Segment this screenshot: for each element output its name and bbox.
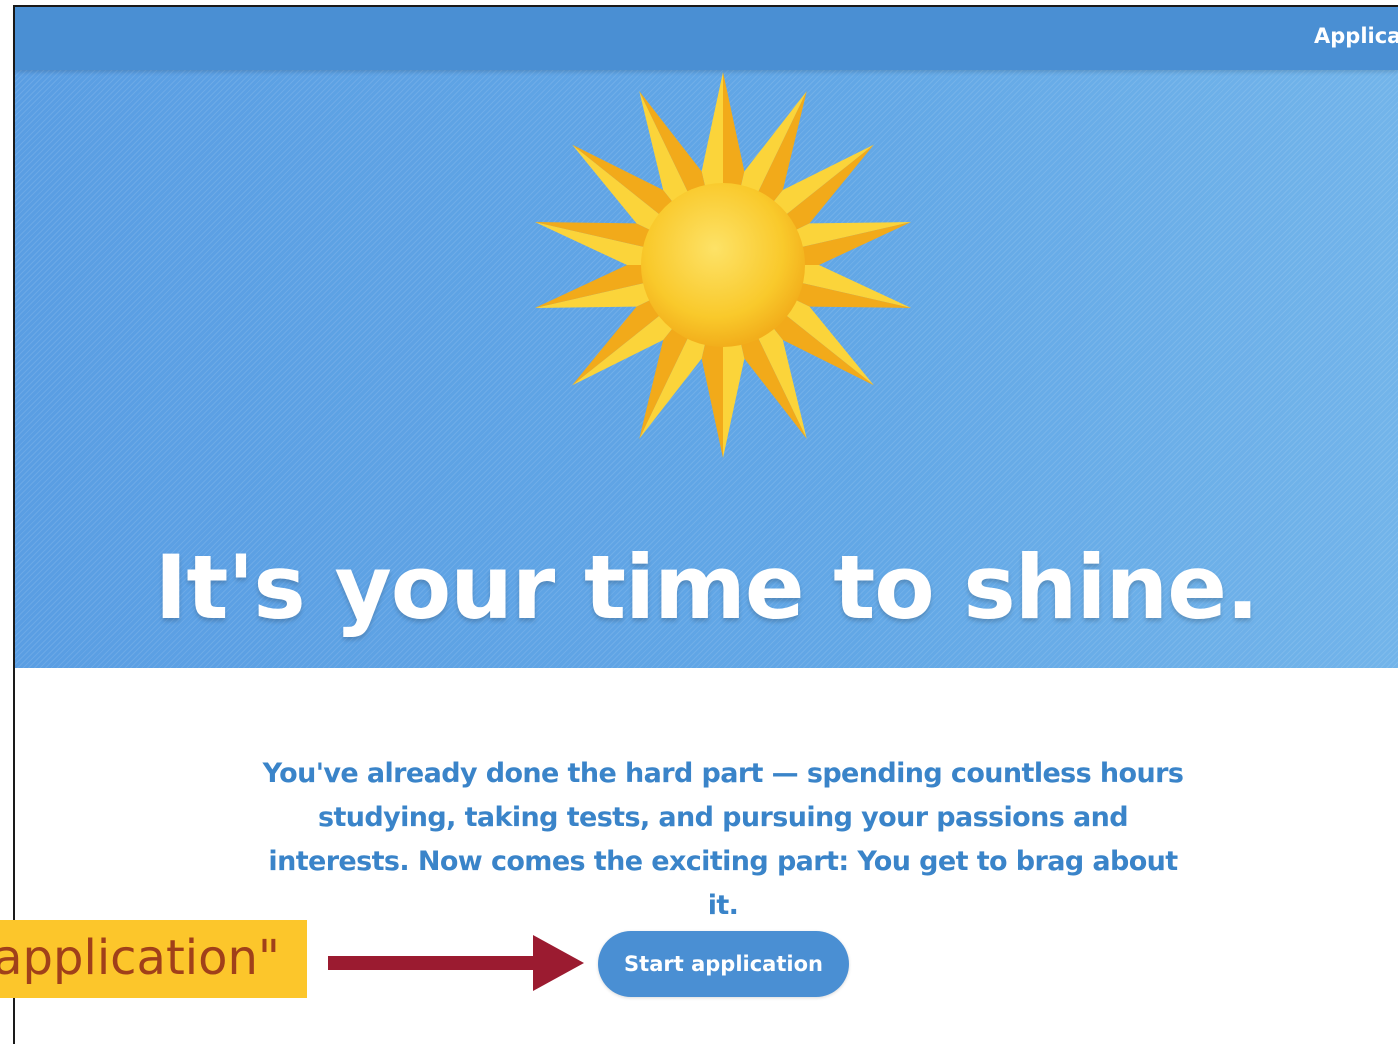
intro-line-3: interests. Now comes the exciting part: … <box>268 846 1178 921</box>
sun-core <box>641 183 805 347</box>
arrow-right-icon <box>328 935 584 991</box>
intro-line-2: studying, taking tests, and pursuing you… <box>318 802 1129 833</box>
hero-banner: It's your time to shine. <box>15 70 1398 668</box>
frame-margin-left <box>0 0 14 1044</box>
screenshot-frame: Applicat It's your time to shine. You've… <box>0 0 1398 1044</box>
callout-text: application" <box>0 930 280 986</box>
intro-line-1: You've already done the hard part — spen… <box>262 758 1184 789</box>
annotation-callout: application" <box>0 920 307 998</box>
top-navigation-bar: Applicat <box>15 7 1398 70</box>
start-application-button[interactable]: Start application <box>598 931 849 997</box>
frame-border-left <box>13 5 15 1044</box>
nav-link-applications[interactable]: Applicat <box>1314 24 1398 48</box>
intro-paragraph: You've already done the hard part — spen… <box>250 752 1196 928</box>
hero-headline: It's your time to shine. <box>154 536 1260 639</box>
sun-icon <box>534 72 912 458</box>
